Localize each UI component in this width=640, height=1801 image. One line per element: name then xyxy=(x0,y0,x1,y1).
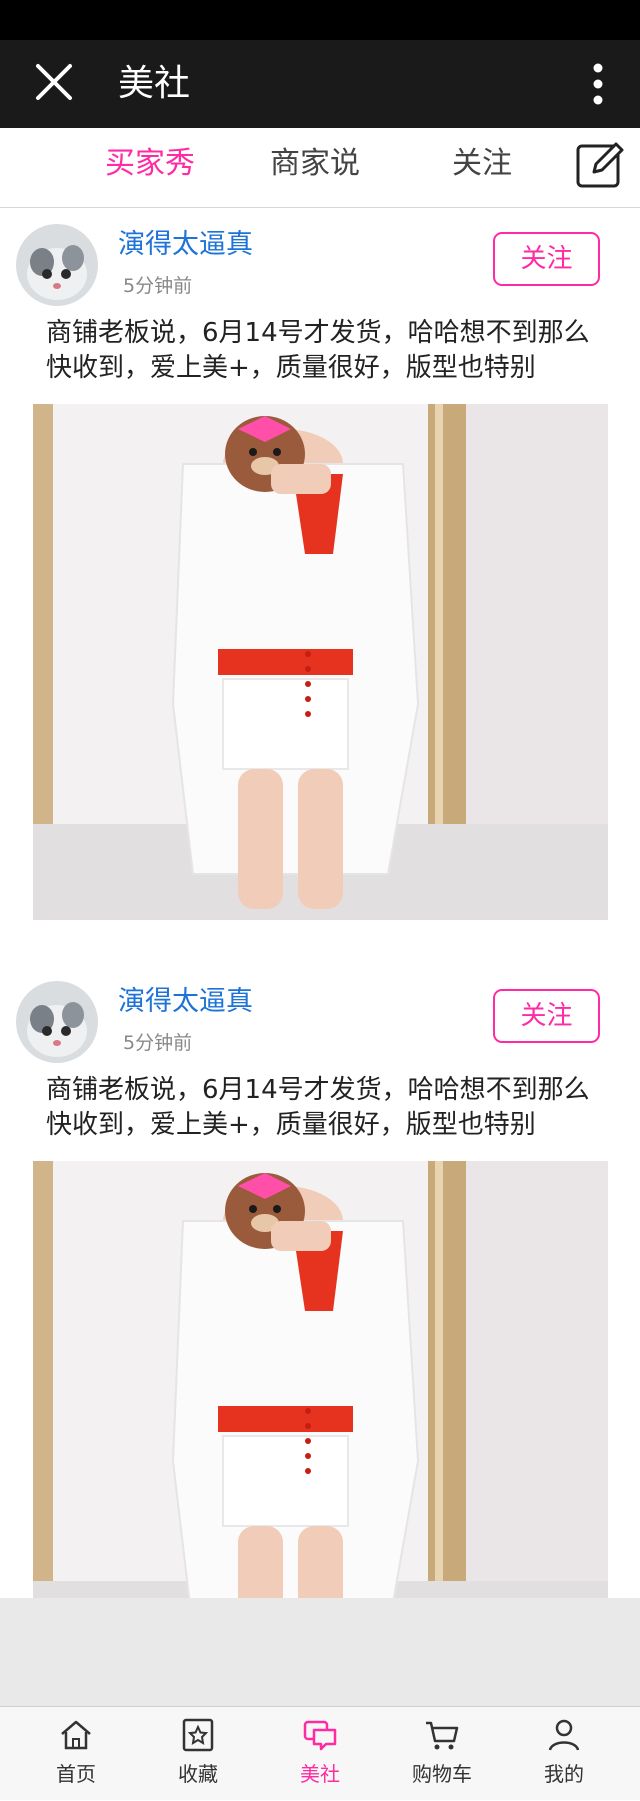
tab-buyer-show[interactable]: 买家秀 xyxy=(105,144,195,184)
post-photo[interactable] xyxy=(33,404,608,920)
nav-cart-label: 购物车 xyxy=(412,1762,472,1786)
post-feed: 演得太逼真 5分钟前 关注 商铺老板说，6月14号才发货，哈哈想不到那么快收到，… xyxy=(0,208,640,1722)
nav-cart[interactable]: 购物车 xyxy=(378,1707,506,1801)
app-header: 美社 xyxy=(0,40,640,128)
avatar[interactable] xyxy=(16,981,98,1063)
close-button[interactable] xyxy=(30,58,82,110)
avatar[interactable] xyxy=(16,224,98,306)
scroll-shade xyxy=(0,1598,640,1706)
edit-button[interactable] xyxy=(574,140,626,192)
user-icon xyxy=(548,1719,580,1751)
close-icon xyxy=(36,64,72,100)
post-card: 演得太逼真 5分钟前 关注 商铺老板说，6月14号才发货，哈哈想不到那么快收到，… xyxy=(0,208,640,965)
tab-following[interactable]: 关注 xyxy=(452,144,512,184)
edit-icon xyxy=(576,142,624,188)
nav-favorites-label: 收藏 xyxy=(178,1762,218,1786)
tab-bar: 买家秀 商家说 关注 xyxy=(0,128,640,208)
bottom-nav: 首页 收藏 美社 购物车 我的 xyxy=(0,1706,640,1800)
chat-icon xyxy=(303,1720,337,1751)
post-username[interactable]: 演得太逼真 xyxy=(118,228,253,262)
follow-button[interactable]: 关注 xyxy=(493,232,600,286)
post-username[interactable]: 演得太逼真 xyxy=(118,985,253,1019)
post-text: 商铺老板说，6月14号才发货，哈哈想不到那么快收到，爱上美+，质量很好，版型也特… xyxy=(46,1075,590,1140)
nav-community[interactable]: 美社 xyxy=(256,1707,384,1801)
star-box-icon xyxy=(182,1718,214,1752)
page-title: 美社 xyxy=(118,63,191,104)
nav-favorites[interactable]: 收藏 xyxy=(134,1707,262,1801)
more-button[interactable] xyxy=(574,58,622,110)
follow-button[interactable]: 关注 xyxy=(493,989,600,1043)
cart-icon xyxy=(426,1721,459,1750)
more-vertical-icon xyxy=(593,63,603,105)
nav-home[interactable]: 首页 xyxy=(12,1707,140,1801)
tab-merchant-says[interactable]: 商家说 xyxy=(270,144,360,184)
status-bar xyxy=(0,0,640,40)
post-time: 5分钟前 xyxy=(123,1032,193,1054)
nav-home-label: 首页 xyxy=(56,1762,96,1786)
home-icon xyxy=(61,1720,91,1750)
nav-profile[interactable]: 我的 xyxy=(500,1707,628,1801)
post-time: 5分钟前 xyxy=(123,275,193,297)
post-text: 商铺老板说，6月14号才发货，哈哈想不到那么快收到，爱上美+，质量很好，版型也特… xyxy=(46,318,590,383)
nav-community-label: 美社 xyxy=(300,1762,340,1786)
nav-profile-label: 我的 xyxy=(544,1762,584,1786)
